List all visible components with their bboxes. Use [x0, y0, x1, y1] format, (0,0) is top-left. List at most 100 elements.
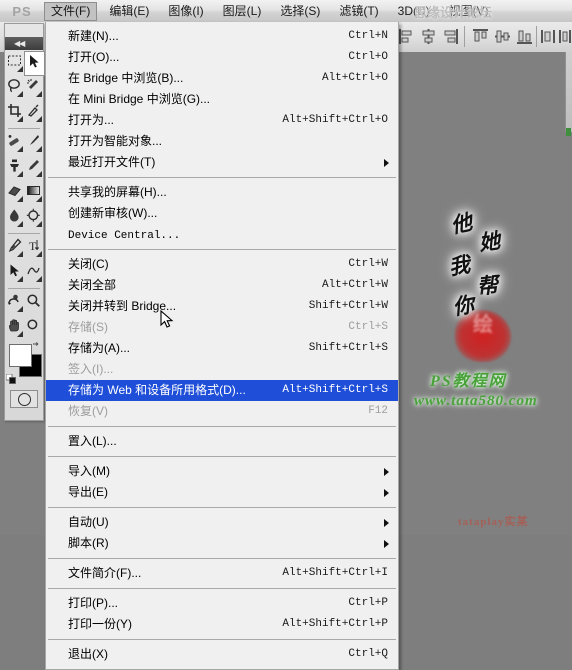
tool-flyout-triangle-icon: [36, 221, 42, 227]
menu-item-8[interactable]: 共享我的屏幕(H)...: [46, 182, 398, 203]
menu-item-0[interactable]: 新建(N)... Ctrl+N: [46, 26, 398, 47]
menu-item-label: 在 Mini Bridge 中浏览(G)...: [68, 92, 211, 106]
menu-item-10[interactable]: Device Central...: [46, 224, 398, 245]
menu-item-16[interactable]: 存储为(A)... Shift+Ctrl+S: [46, 338, 398, 359]
file-menu-dropdown[interactable]: 新建(N)... Ctrl+N 打开(O)... Ctrl+O 在 Bridge 中浏览…: [45, 22, 399, 670]
menu-item-label: 导出(E): [68, 485, 108, 499]
align-top-edges-icon[interactable]: [472, 28, 489, 45]
menu-item-3[interactable]: 在 Mini Bridge 中浏览(G)...: [46, 89, 398, 110]
eyedropper-tool[interactable]: [24, 101, 43, 124]
foreground-color-swatch[interactable]: [9, 344, 32, 367]
tools-panel[interactable]: ◀◀ T: [4, 23, 45, 421]
menu-item-32[interactable]: 打印一份(Y) Alt+Shift+Ctrl+P: [46, 614, 398, 635]
default-colors-icon[interactable]: [6, 374, 17, 385]
align-right-edges-icon[interactable]: [442, 28, 459, 45]
menu-item-label: 导入(M): [68, 464, 110, 478]
path-selection-tool[interactable]: [5, 261, 24, 284]
eraser-tool[interactable]: [5, 181, 24, 204]
calli-char-5: 你: [450, 292, 476, 320]
menu-item-18[interactable]: 存储为 Web 和设备所用格式(D)... Alt+Shift+Ctrl+S: [46, 380, 398, 401]
menu-item-13[interactable]: 关闭全部 Alt+Ctrl+W: [46, 275, 398, 296]
quick-mask-icon: [18, 393, 31, 406]
menu-item-27[interactable]: 脚本(R): [46, 533, 398, 554]
menu-item-shortcut: Alt+Shift+Ctrl+O: [282, 114, 388, 126]
menubar-item-image[interactable]: 图像(I): [161, 2, 210, 21]
menu-item-6[interactable]: 最近打开文件(T): [46, 152, 398, 173]
calli-char-4: 帮: [475, 272, 500, 300]
hand-tool[interactable]: [5, 316, 24, 339]
mouse-cursor-arrow-icon: [160, 310, 174, 328]
menu-item-26[interactable]: 自动(U): [46, 512, 398, 533]
menu-item-34[interactable]: 退出(X) Ctrl+Q: [46, 644, 398, 665]
menubar-item-file[interactable]: 文件(F): [44, 1, 98, 21]
align-horizontal-centers-icon[interactable]: [420, 28, 437, 45]
menu-item-shortcut: Alt+Shift+Ctrl+S: [282, 384, 388, 396]
photoshop-window: PS 文件(F) 编辑(E) 图像(I) 图层(L) 选择(S) 滤镜(T) 3…: [0, 0, 572, 670]
rotate-view-tool[interactable]: [5, 291, 24, 314]
menu-item-21[interactable]: 置入(L)...: [46, 431, 398, 452]
lasso-tool[interactable]: [5, 76, 24, 99]
brush-tool[interactable]: [24, 131, 43, 154]
pen-tool[interactable]: [5, 236, 24, 259]
tool-row: [5, 131, 43, 156]
menu-item-29[interactable]: 文件简介(F)... Alt+Shift+Ctrl+I: [46, 563, 398, 584]
menu-item-label: 打开为智能对象...: [68, 134, 163, 148]
tool-row: [5, 181, 43, 206]
chevron-left-icon: ◀◀: [14, 39, 25, 48]
submenu-arrow-icon: [384, 468, 389, 476]
menu-item-14[interactable]: 关闭并转到 Bridge... Shift+Ctrl+W: [46, 296, 398, 317]
menu-item-5[interactable]: 打开为智能对象...: [46, 131, 398, 152]
history-brush-tool[interactable]: [24, 156, 43, 179]
menubar-item-filter[interactable]: 滤镜(T): [332, 2, 385, 21]
menu-item-31[interactable]: 打印(P)... Ctrl+P: [46, 593, 398, 614]
submenu-arrow-icon: [384, 159, 389, 167]
blur-tool[interactable]: [5, 206, 24, 229]
type-tool[interactable]: T: [24, 236, 43, 259]
menu-item-9[interactable]: 创建新审核(W)...: [46, 203, 398, 224]
toolbox-collapse-handle[interactable]: ◀◀: [5, 37, 43, 50]
menu-separator: [48, 639, 396, 640]
menu-item-label: 关闭全部: [68, 278, 117, 292]
menu-item-label: 存储(S): [68, 320, 108, 334]
quick-mask-mode-button[interactable]: [10, 390, 38, 408]
move-tool-selected[interactable]: [24, 51, 45, 76]
menu-item-label: 打印(P)...: [68, 596, 118, 610]
menu-item-shortcut: Ctrl+Q: [348, 648, 388, 660]
menu-separator: [48, 507, 396, 508]
align-vertical-centers-icon[interactable]: [494, 28, 511, 45]
tool-flyout-triangle-icon: [17, 146, 23, 152]
align-bottom-edges-icon[interactable]: [516, 28, 533, 45]
menu-item-label: 存储为(A)...: [68, 341, 130, 355]
dodge-tool[interactable]: [24, 206, 43, 229]
clone-stamp-tool[interactable]: [5, 156, 24, 179]
menu-item-4[interactable]: 打开为... Alt+Shift+Ctrl+O: [46, 110, 398, 131]
swap-colors-icon[interactable]: [32, 341, 41, 350]
spot-healing-brush-tool[interactable]: [5, 131, 24, 154]
menu-item-17: 签入(I)...: [46, 359, 398, 380]
magic-wand-tool[interactable]: [24, 76, 43, 99]
rectangular-marquee-tool[interactable]: [5, 51, 24, 74]
menubar-item-edit[interactable]: 编辑(E): [102, 2, 156, 21]
distribute-center-icon[interactable]: [557, 28, 572, 45]
tool-flyout-triangle-icon: [17, 331, 23, 337]
menu-item-24[interactable]: 导出(E): [46, 482, 398, 503]
gradient-tool[interactable]: [24, 181, 43, 204]
menu-item-1[interactable]: 打开(O)... Ctrl+O: [46, 47, 398, 68]
menubar-item-select[interactable]: 选择(S): [273, 2, 327, 21]
crop-tool[interactable]: [5, 101, 24, 124]
zoom-tool[interactable]: [24, 291, 43, 314]
tool-flyout-triangle-icon: [17, 306, 23, 312]
menu-item-12[interactable]: 关闭(C) Ctrl+W: [46, 254, 398, 275]
align-left-edges-icon[interactable]: [398, 28, 415, 45]
distribute-left-icon[interactable]: [540, 28, 557, 45]
menu-item-2[interactable]: 在 Bridge 中浏览(B)... Alt+Ctrl+O: [46, 68, 398, 89]
menu-item-23[interactable]: 导入(M): [46, 461, 398, 482]
zoom-tool-2[interactable]: [24, 316, 43, 339]
shape-tool[interactable]: [24, 261, 43, 284]
color-swatches[interactable]: [5, 341, 43, 389]
calli-char-1: 他: [448, 210, 475, 238]
panel-edge-sliver[interactable]: [565, 52, 572, 132]
toolbox-divider: [8, 233, 40, 234]
menubar-item-layer[interactable]: 图层(L): [216, 2, 269, 21]
panel-indicator-dot: [566, 128, 571, 136]
